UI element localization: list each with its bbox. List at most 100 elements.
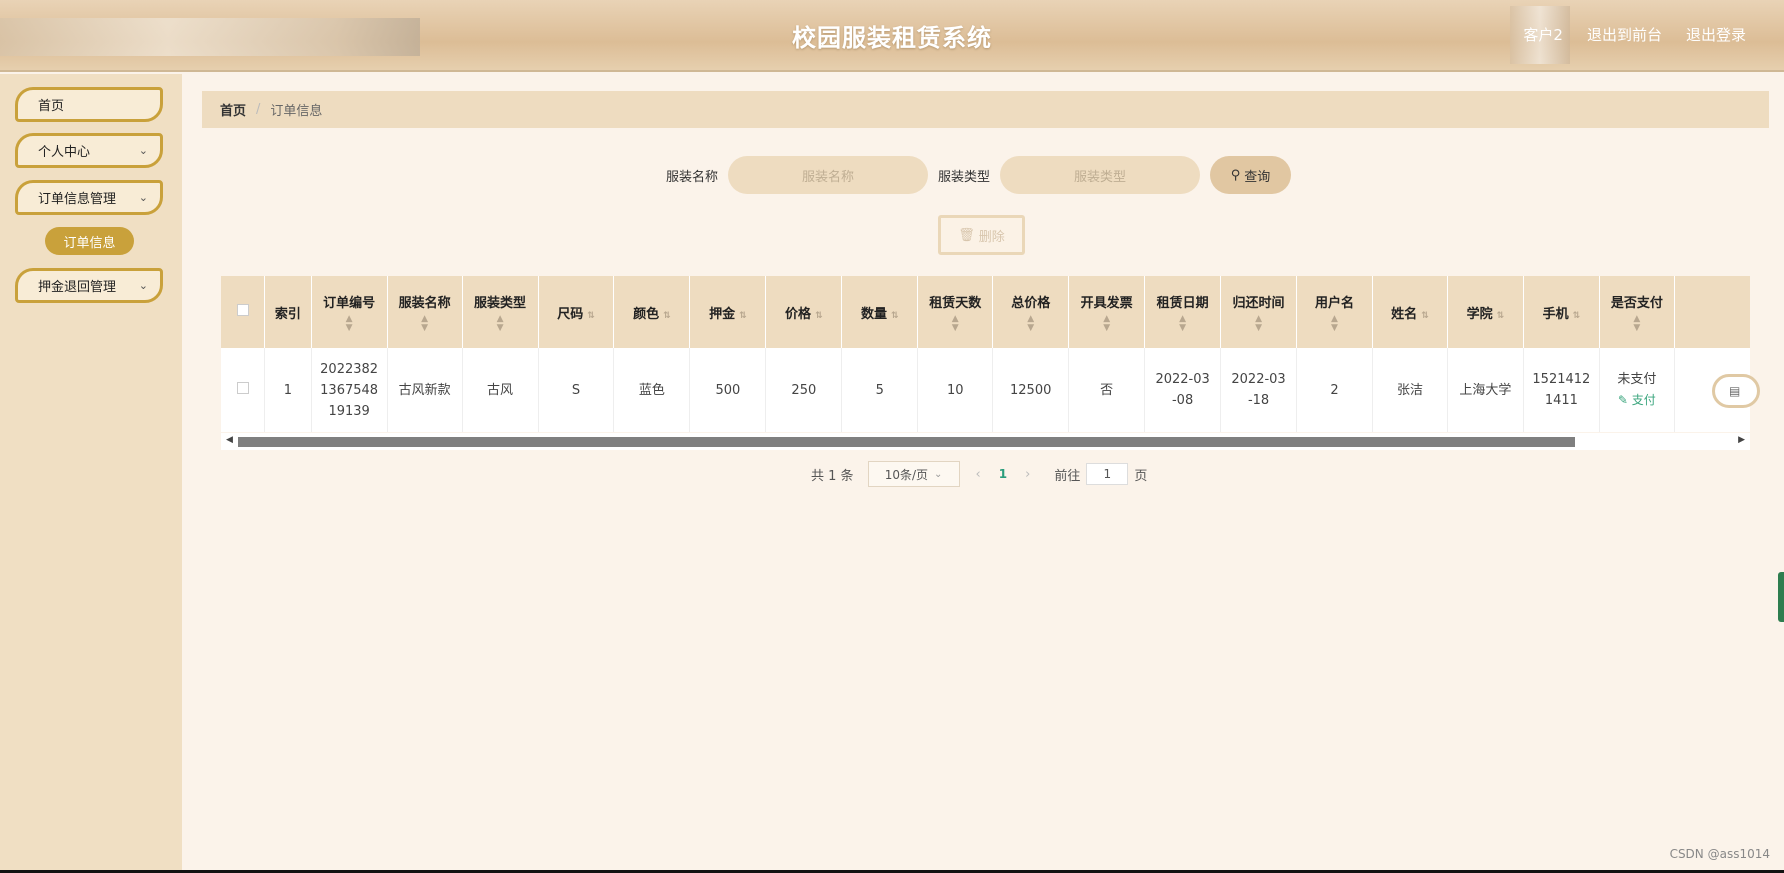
cell-total-price: 12500	[992, 348, 1070, 432]
clothing-name-input[interactable]: 服装名称	[728, 156, 929, 194]
column-header[interactable]: 服装类型 ▲ ▼	[462, 276, 539, 348]
table-header-row: 索引 订单编号 ▲ ▼ 服装名称 ▲ ▼ 服装类型 ▲ ▼ 尺码 ⇅ 颜色 ⇅ 押金 ⇅ 价格 ⇅ …	[221, 276, 1750, 348]
detail-button[interactable]: ▤	[1712, 374, 1760, 408]
cell-clothing-type: 古风	[462, 348, 539, 432]
scrollbar-thumb[interactable]	[238, 437, 1575, 447]
cell-pay-status: 未支付 ✎ 支付	[1599, 348, 1675, 432]
goto-page: 前往 1 页	[1054, 463, 1147, 485]
column-header[interactable]: 归还时间 ▲ ▼	[1220, 276, 1298, 348]
logout-link[interactable]: 退出登录	[1686, 24, 1746, 45]
sidebar-item-deposit-refund[interactable]: 押金退回管理 ⌄	[15, 268, 163, 303]
page-number[interactable]: 1	[999, 467, 1007, 481]
exit-to-frontend-link[interactable]: 退出到前台	[1587, 24, 1662, 45]
cell-college: 上海大学	[1447, 348, 1524, 432]
goto-suffix: 页	[1134, 468, 1148, 484]
sort-icon: ⇅	[739, 310, 747, 321]
sort-icon: ▲ ▼	[496, 313, 504, 333]
sidebar-item-personal-center[interactable]: 个人中心 ⌄	[15, 133, 163, 168]
sort-icon: ⇅	[815, 310, 823, 321]
cell-quantity: 5	[841, 348, 919, 432]
goto-page-input[interactable]: 1	[1086, 463, 1129, 485]
column-header[interactable]: 手机 ⇅	[1523, 276, 1600, 348]
cell-price: 250	[765, 348, 843, 432]
cell-realname: 张洁	[1372, 348, 1448, 432]
actions-header	[1674, 276, 1750, 348]
sidebar-subitem-order-info[interactable]: 订单信息	[45, 227, 134, 255]
pay-link[interactable]: ✎ 支付	[1618, 393, 1656, 407]
select-all-checkbox[interactable]	[236, 304, 249, 316]
cell-rent-date: 2022-03 -08	[1144, 348, 1222, 432]
clothing-name-label: 服装名称	[666, 169, 719, 185]
sort-icon: ▲ ▼	[1331, 313, 1338, 333]
search-icon: ⚲	[1230, 167, 1241, 183]
scroll-left-arrow-icon[interactable]: ◀	[226, 435, 233, 445]
header-links: 客户2 退出到前台 退出登录	[1523, 24, 1746, 45]
column-header[interactable]: 订单编号 ▲ ▼	[311, 276, 388, 348]
delete-button-label: 删除	[978, 229, 1005, 245]
edit-icon: ✎	[1617, 393, 1628, 407]
cell-deposit: 500	[689, 348, 767, 432]
column-header[interactable]: 押金 ⇅	[689, 276, 767, 348]
column-header[interactable]: 服装名称 ▲ ▼	[387, 276, 463, 348]
side-tab[interactable]	[1778, 572, 1784, 622]
column-header[interactable]: 姓名 ⇅	[1372, 276, 1448, 348]
column-header[interactable]: 颜色 ⇅	[613, 276, 691, 348]
sidebar-item-order-management[interactable]: 订单信息管理 ⌄	[15, 180, 163, 215]
sidebar-item-home[interactable]: 首页	[15, 87, 163, 122]
watermark: CSDN @ass1014	[1669, 847, 1770, 861]
table-row[interactable]: 1 2022382 1367548 19139 古风新款 古风 S 蓝色 500 2…	[221, 348, 1750, 432]
cell-color: 蓝色	[613, 348, 691, 432]
column-header[interactable]: 学院 ⇅	[1447, 276, 1524, 348]
breadcrumb-current: 订单信息	[270, 104, 323, 119]
cell-username: 2	[1296, 348, 1373, 432]
sort-icon: ⇅	[1496, 310, 1505, 321]
cell-clothing-name: 古风新款	[387, 348, 463, 432]
chevron-down-icon: ⌄	[138, 191, 148, 204]
column-header[interactable]: 数量 ⇅	[841, 276, 919, 348]
column-header[interactable]: 租赁天数 ▲ ▼	[917, 276, 994, 348]
sort-icon: ⇅	[1421, 310, 1429, 321]
delete-button[interactable]: 🗑 删除	[938, 215, 1025, 255]
current-user-label: 客户2	[1523, 26, 1563, 44]
scroll-right-arrow-icon[interactable]: ▶	[1738, 435, 1745, 445]
column-header[interactable]: 总价格 ▲ ▼	[992, 276, 1070, 348]
orders-table: 索引 订单编号 ▲ ▼ 服装名称 ▲ ▼ 服装类型 ▲ ▼ 尺码 ⇅ 颜色 ⇅ 押金 ⇅ 价格 ⇅ …	[221, 276, 1750, 448]
sort-icon: ▲ ▼	[1179, 313, 1187, 333]
page-size-select[interactable]: 10条/页 ⌄	[867, 461, 960, 487]
sidebar-item-label: 个人中心	[38, 145, 91, 160]
goto-prefix: 前往	[1054, 468, 1081, 484]
pagination: 共 1 条 10条/页 ⌄ ‹ 1 › 前往 1 页	[811, 461, 1147, 487]
breadcrumb: 首页 / 订单信息	[202, 91, 1769, 128]
column-header[interactable]: 用户名 ▲ ▼	[1296, 276, 1373, 348]
query-button[interactable]: ⚲ 查询	[1210, 156, 1292, 194]
search-bar: 服装名称 服装名称 服装类型 服装类型 ⚲ 查询	[666, 156, 1292, 194]
pay-status-text: 未支付	[1617, 372, 1657, 387]
document-icon: ▤	[1729, 384, 1741, 398]
clothing-type-input[interactable]: 服装类型	[1000, 156, 1201, 194]
prev-page-icon[interactable]: ‹	[976, 467, 981, 482]
column-header[interactable]: 尺码 ⇅	[538, 276, 615, 348]
sort-icon: ▲ ▼	[421, 313, 429, 333]
cell-index: 1	[264, 348, 312, 432]
select-all-checkbox-cell[interactable]	[221, 276, 266, 348]
page-title: 校园服装租赁系统	[792, 24, 992, 52]
row-checkbox-cell[interactable]	[221, 348, 266, 432]
cell-return-date: 2022-03 -18	[1220, 348, 1298, 432]
breadcrumb-home[interactable]: 首页	[220, 100, 246, 119]
sort-icon: ▲ ▼	[345, 313, 353, 333]
sidebar-item-label: 首页	[38, 99, 65, 114]
next-page-icon[interactable]: ›	[1025, 467, 1030, 482]
cell-size: S	[538, 348, 615, 432]
horizontal-scrollbar[interactable]: ◀ ▶	[221, 433, 1750, 450]
sort-icon: ⇅	[1572, 310, 1581, 321]
query-button-label: 查询	[1244, 169, 1271, 185]
row-checkbox[interactable]	[236, 381, 249, 394]
sort-icon: ⇅	[587, 310, 595, 321]
sort-icon: ▲ ▼	[1633, 313, 1641, 333]
column-header[interactable]: 租赁日期 ▲ ▼	[1144, 276, 1222, 348]
column-header[interactable]: 是否支付 ▲ ▼	[1599, 276, 1675, 348]
column-header[interactable]: 开具发票 ▲ ▼	[1068, 276, 1146, 348]
column-header[interactable]: 价格 ⇅	[765, 276, 843, 348]
cell-invoice: 否	[1068, 348, 1146, 432]
page-list: ‹ 1 ›	[976, 467, 1031, 482]
